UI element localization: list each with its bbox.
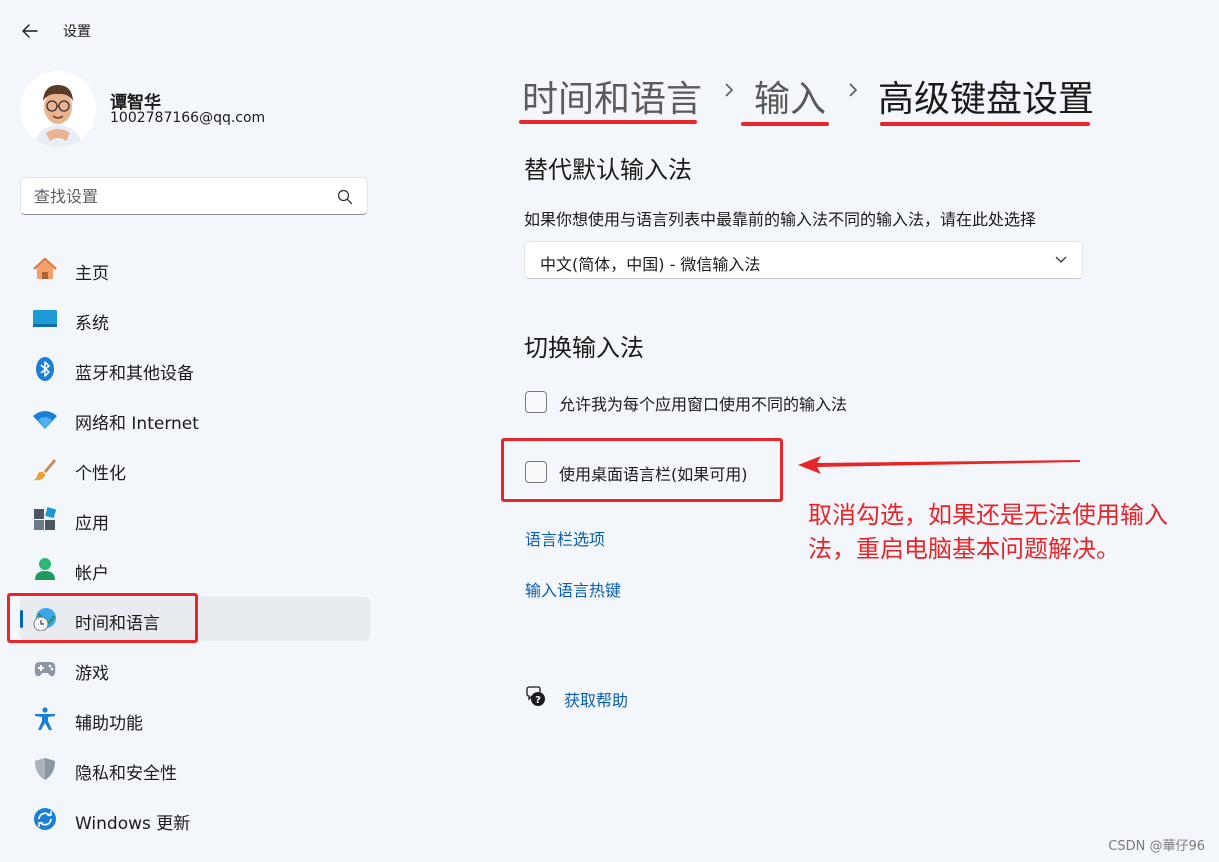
per-app-input-checkbox[interactable]: [525, 391, 547, 413]
time-language-icon: [32, 607, 58, 631]
sidebar-item-label: Windows 更新: [75, 814, 191, 834]
section-title-switching: 切换输入法: [524, 334, 644, 362]
home-icon: [32, 257, 58, 281]
sidebar-item-system[interactable]: 系统: [20, 297, 370, 341]
page-title: 高级键盘设置: [878, 79, 1095, 120]
chevron-right-icon: [725, 83, 734, 97]
annotation-underline: [880, 122, 1090, 126]
sidebar-item-personalization[interactable]: 个性化: [20, 447, 370, 491]
annotation-arrow: [798, 456, 1080, 474]
sidebar-item-privacy[interactable]: 隐私和安全性: [20, 747, 370, 791]
system-icon: [32, 307, 58, 331]
update-icon: [32, 807, 58, 831]
sidebar-item-apps[interactable]: 应用: [20, 497, 370, 541]
sidebar-item-gaming[interactable]: 游戏: [20, 647, 370, 691]
back-button[interactable]: [16, 18, 44, 44]
default-ime-dropdown[interactable]: 中文(简体，中国) - 微信输入法: [524, 241, 1083, 279]
gamepad-icon: [32, 657, 58, 681]
search-input[interactable]: [34, 178, 324, 214]
search-box[interactable]: [20, 177, 368, 215]
avatar-memoji-icon: [20, 71, 96, 147]
sidebar-item-label: 辅助功能: [75, 714, 143, 734]
annotation-underline: [519, 120, 697, 124]
back-arrow-icon: [22, 24, 38, 38]
sidebar-item-label: 系统: [75, 314, 109, 334]
app-title: 设置: [63, 24, 91, 40]
svg-text:?: ?: [535, 695, 541, 706]
chevron-right-icon: [849, 83, 858, 97]
search-icon[interactable]: [337, 189, 353, 205]
avatar[interactable]: [20, 71, 96, 147]
section-description: 如果你想使用与语言列表中最靠前的输入法不同的输入法，请在此处选择: [524, 210, 1037, 229]
chevron-down-icon: [1055, 256, 1067, 263]
sidebar-item-label: 主页: [75, 264, 109, 284]
sidebar-item-windows-update[interactable]: Windows 更新: [20, 797, 370, 841]
annotation-note: 取消勾选，如果还是无法使用输入法，重启电脑基本问题解决。: [808, 501, 1168, 563]
desktop-language-bar-checkbox[interactable]: [525, 461, 547, 483]
annotation-underline: [741, 122, 829, 126]
apps-icon: [32, 507, 58, 531]
watermark: CSDN @華仔96: [1108, 839, 1205, 854]
user-email: 1002787166@qq.com: [110, 110, 266, 126]
account-icon: [32, 557, 58, 581]
accessibility-icon: [32, 707, 58, 731]
sidebar-item-label: 个性化: [75, 464, 126, 484]
sidebar-item-label: 隐私和安全性: [75, 764, 177, 784]
sidebar-item-accessibility[interactable]: 辅助功能: [20, 697, 370, 741]
breadcrumb-item-input[interactable]: 输入: [754, 70, 826, 122]
sidebar-item-time-language[interactable]: 时间和语言: [20, 597, 370, 641]
brush-icon: [32, 457, 58, 481]
sidebar-item-network[interactable]: 网络和 Internet: [20, 397, 370, 441]
help-icon[interactable]: ?: [524, 685, 546, 707]
sidebar-item-label: 游戏: [75, 664, 109, 684]
per-app-input-label[interactable]: 允许我为每个应用窗口使用不同的输入法: [559, 391, 847, 415]
sidebar-item-bluetooth[interactable]: 蓝牙和其他设备: [20, 347, 370, 391]
sidebar-item-home[interactable]: 主页: [20, 247, 370, 291]
get-help-link[interactable]: 获取帮助: [564, 687, 628, 711]
language-bar-options-link[interactable]: 语言栏选项: [525, 526, 605, 550]
shield-icon: [32, 757, 58, 781]
sidebar-item-label: 时间和语言: [75, 614, 160, 634]
sidebar-item-label: 网络和 Internet: [75, 414, 199, 434]
sidebar-item-label: 应用: [75, 514, 109, 534]
sidebar-item-accounts[interactable]: 帐户: [20, 547, 370, 591]
dropdown-value: 中文(简体，中国) - 微信输入法: [540, 255, 761, 274]
breadcrumb-item-time-language[interactable]: 时间和语言: [522, 70, 702, 122]
wifi-icon: [32, 407, 58, 431]
sidebar-item-label: 蓝牙和其他设备: [75, 364, 194, 384]
input-language-hotkeys-link[interactable]: 输入语言热键: [525, 577, 621, 601]
selection-indicator: [20, 610, 23, 628]
desktop-language-bar-label[interactable]: 使用桌面语言栏(如果可用): [559, 461, 748, 485]
sidebar-item-label: 帐户: [75, 564, 109, 584]
section-title-override: 替代默认输入法: [524, 156, 692, 184]
bluetooth-icon: [32, 357, 58, 381]
